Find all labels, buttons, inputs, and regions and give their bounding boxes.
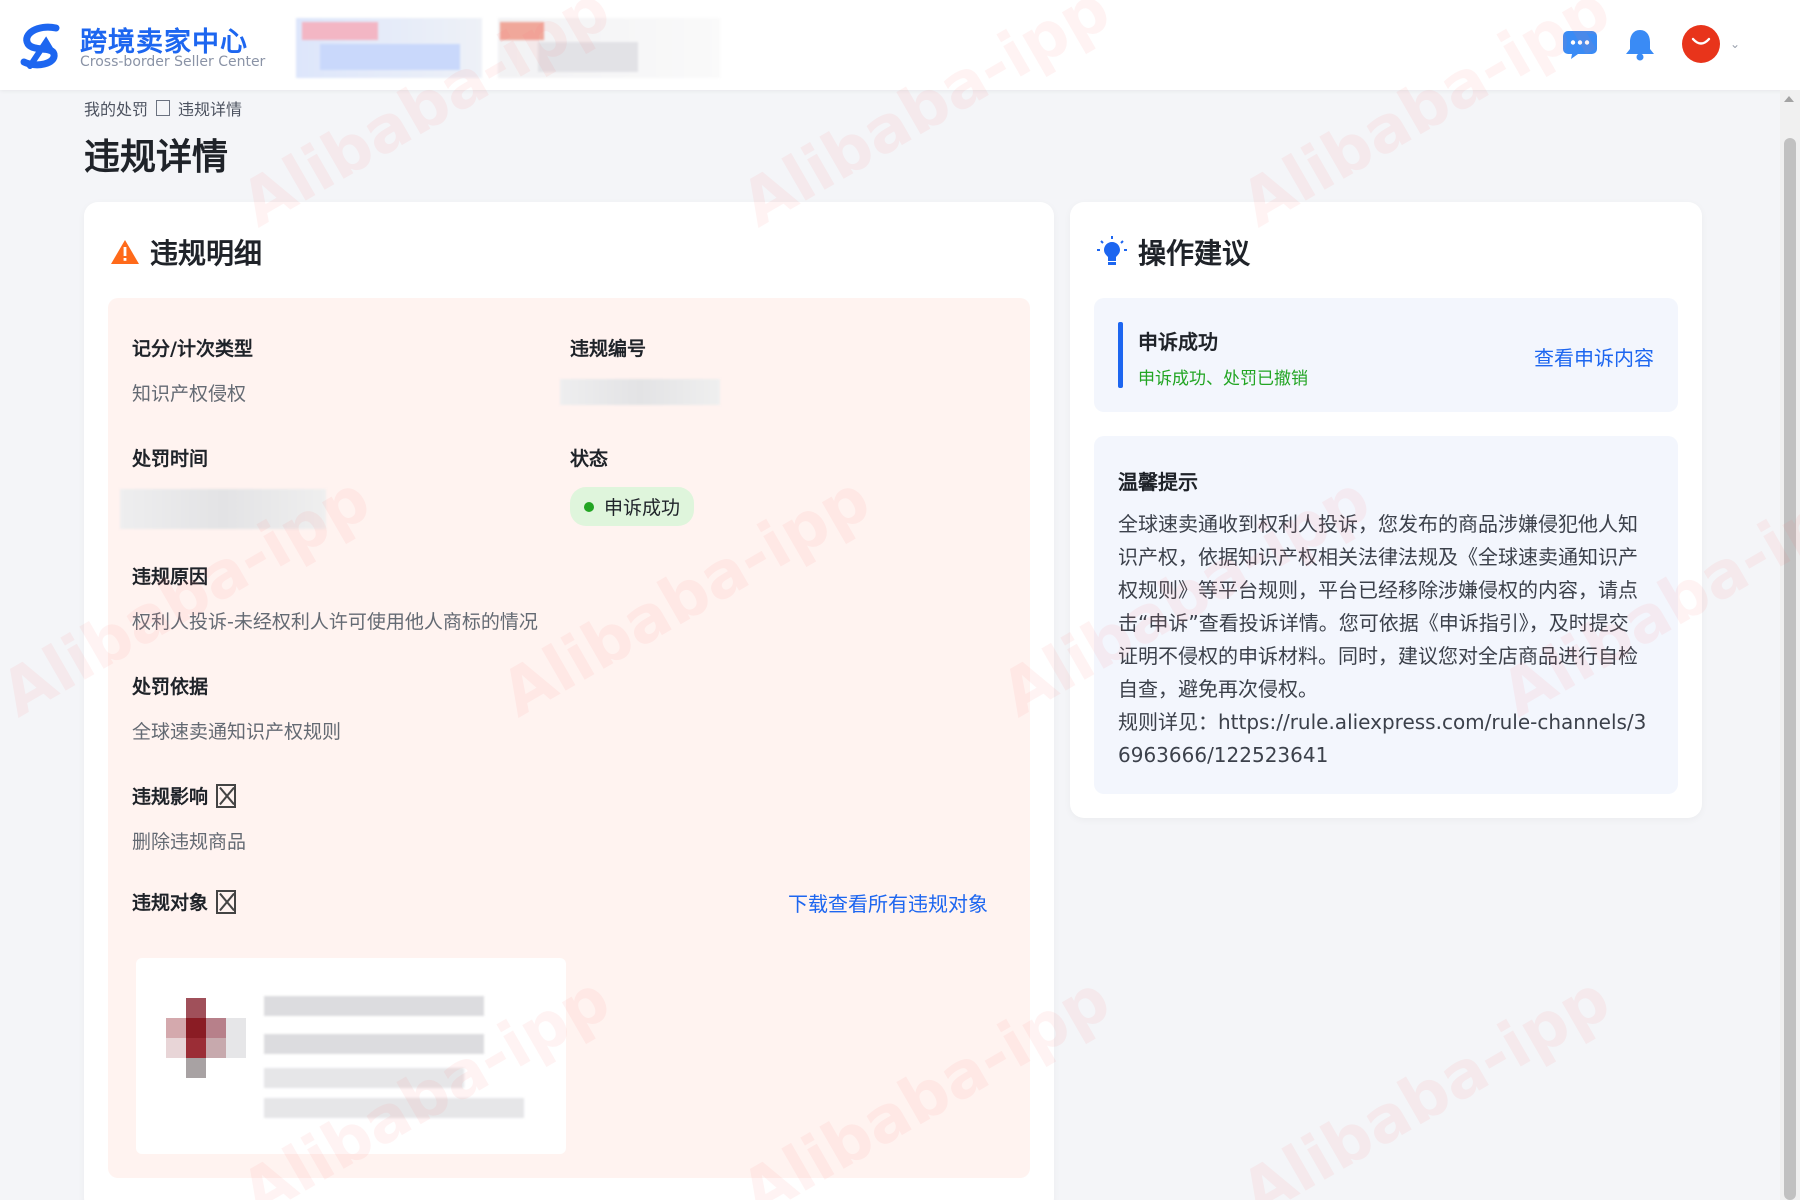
impact-label-text: 违规影响 <box>132 786 209 808</box>
penalty-time-label: 处罚时间 <box>132 448 209 470</box>
basis-label: 处罚依据 <box>132 676 209 698</box>
impact-label: 违规影响 <box>132 782 246 809</box>
appeal-title: 申诉成功 <box>1138 330 1218 354</box>
redacted-product-id <box>264 1034 484 1054</box>
object-label-text: 违规对象 <box>132 892 209 914</box>
reason-value: 权利人投诉-未经权利人许可使用他人商标的情况 <box>132 611 538 633</box>
download-violation-objects-link[interactable]: 下载查看所有违规对象 <box>788 888 988 917</box>
tips-body-text: 全球速卖通收到权利人投诉，您发布的商品涉嫌侵犯他人知识产权，依据知识产权相关法律… <box>1118 512 1638 701</box>
field-status: 状态 申诉成功 <box>570 444 695 526</box>
violation-detail-panel: 记分/计次类型 知识产权侵权 违规编号 处罚时间 状态 申诉成功 违规原因 权利… <box>108 298 1030 1178</box>
redacted-account-info <box>498 18 720 78</box>
scrollbar[interactable] <box>1780 90 1800 1200</box>
impact-value: 删除违规商品 <box>132 831 247 853</box>
logo[interactable]: 跨境卖家中心 Cross-border Seller Center <box>14 18 274 74</box>
page-title: 违规详情 <box>84 137 229 178</box>
violation-id-label: 违规编号 <box>570 338 647 360</box>
field-type: 记分/计次类型 知识产权侵权 <box>132 334 253 406</box>
warning-icon <box>111 240 139 264</box>
field-reason: 违规原因 权利人投诉-未经权利人许可使用他人商标的情况 <box>132 562 538 634</box>
suggestion-card: 操作建议 申诉成功 申诉成功、处罚已撤销 查看申诉内容 温馨提示 全球速卖通收到… <box>1070 202 1702 818</box>
suggestion-card-header: 操作建议 <box>1096 232 1250 272</box>
view-appeal-link[interactable]: 查看申诉内容 <box>1534 342 1654 371</box>
rule-prefix: 规则详见： <box>1118 710 1218 734</box>
scrollbar-thumb[interactable] <box>1784 138 1796 1200</box>
appeal-status-box: 申诉成功 申诉成功、处罚已撤销 查看申诉内容 <box>1094 298 1678 412</box>
violation-detail-card: 违规明细 记分/计次类型 知识产权侵权 违规编号 处罚时间 状态 申诉成功 违规… <box>84 202 1054 1200</box>
avatar[interactable] <box>1681 25 1720 63</box>
violation-card-header: 违规明细 <box>110 232 262 272</box>
logo-subtitle: Cross-border Seller Center <box>80 54 266 70</box>
reason-label: 违规原因 <box>132 566 209 588</box>
field-penalty-time: 处罚时间 <box>120 444 326 529</box>
product-thumbnail <box>166 998 246 1078</box>
tips-box: 温馨提示 全球速卖通收到权利人投诉，您发布的商品涉嫌侵犯他人知识产权，依据知识产… <box>1094 436 1678 794</box>
breadcrumb-separator-icon <box>156 100 171 116</box>
logo-icon <box>20 23 60 69</box>
watermark: Alibaba-ipp <box>1229 962 1623 1200</box>
top-bar: 跨境卖家中心 Cross-border Seller Center ⌄ <box>0 0 1800 90</box>
impact-help-icon[interactable] <box>216 783 237 808</box>
redacted-product-title <box>264 996 484 1016</box>
type-label: 记分/计次类型 <box>132 338 253 360</box>
redacted-penalty-time <box>120 489 326 529</box>
field-object: 违规对象 <box>132 888 237 915</box>
breadcrumb-parent[interactable]: 我的处罚 <box>84 96 148 120</box>
status-value: 申诉成功 <box>604 497 681 519</box>
violation-object-item[interactable] <box>136 958 566 1154</box>
status-dot-icon <box>584 501 594 512</box>
aliexpress-logo-icon <box>1691 37 1711 45</box>
suggestion-card-title: 操作建议 <box>1138 237 1251 270</box>
violation-card-title: 违规明细 <box>150 237 263 270</box>
field-violation-id: 违规编号 <box>560 334 720 405</box>
basis-value: 全球速卖通知识产权规则 <box>132 721 342 743</box>
redacted-product-info <box>264 1068 464 1088</box>
redacted-violation-id <box>560 379 720 405</box>
object-label: 违规对象 <box>132 888 237 915</box>
chat-icon[interactable] <box>1562 24 1602 64</box>
redacted-product-extra <box>264 1098 524 1118</box>
appeal-subtitle: 申诉成功、处罚已撤销 <box>1138 369 1308 389</box>
redacted-store-info <box>296 18 482 78</box>
tips-title: 温馨提示 <box>1118 470 1198 494</box>
type-value: 知识产权侵权 <box>132 383 247 405</box>
status-label: 状态 <box>570 448 609 470</box>
appeal-accent-bar <box>1118 322 1123 388</box>
status-badge: 申诉成功 <box>570 487 695 526</box>
object-help-icon[interactable] <box>216 889 237 914</box>
field-impact: 违规影响 删除违规商品 <box>132 782 246 854</box>
tips-body: 全球速卖通收到权利人投诉，您发布的商品涉嫌侵犯他人知识产权，依据知识产权相关法律… <box>1118 508 1648 772</box>
header-actions: ⌄ <box>1544 24 1740 64</box>
field-basis: 处罚依据 全球速卖通知识产权规则 <box>132 672 341 744</box>
bell-icon[interactable] <box>1620 24 1660 64</box>
lightbulb-icon <box>1097 236 1127 265</box>
scroll-up-arrow-icon[interactable] <box>1784 96 1794 102</box>
breadcrumb-current: 违规详情 <box>178 100 243 119</box>
breadcrumb: 我的处罚 违规详情 <box>84 96 242 120</box>
chevron-down-icon[interactable]: ⌄ <box>1730 37 1740 51</box>
